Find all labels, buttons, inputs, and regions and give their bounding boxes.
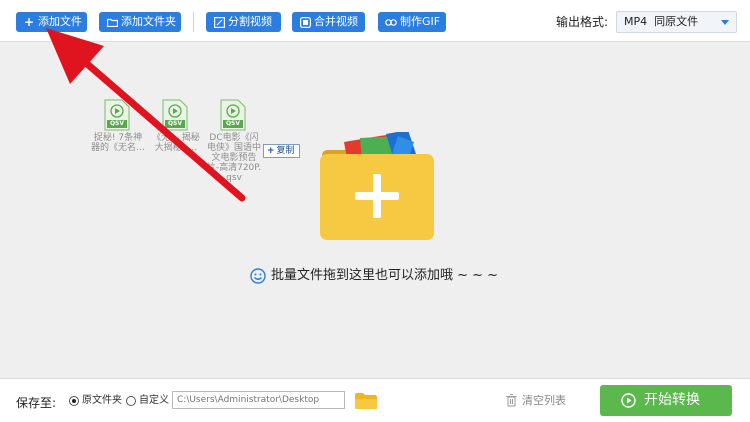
scissors-icon — [213, 12, 225, 32]
merge-icon — [299, 12, 311, 32]
output-format-select[interactable]: MP4 同原文件 — [616, 11, 737, 33]
radio-original-folder[interactable]: 原文件夹 — [69, 394, 122, 408]
drop-area[interactable]: QSV 捉秘! 7条神器的《无名… QSV 《无… 揭秘 大揭秘! … QSV … — [0, 42, 750, 378]
bottom-bar: 保存至: 原文件夹 自定义 清空列表 开始转换 — [0, 378, 750, 422]
make-gif-button[interactable]: 制作GIF — [378, 12, 446, 32]
drop-hint: 批量文件拖到这里也可以添加哦 ~ ~ ~ — [250, 267, 498, 285]
split-video-button[interactable]: 分割视频 — [206, 12, 281, 32]
file-name: 捉秘! 7条神器的《无名… — [90, 133, 145, 153]
radio-empty-icon — [126, 396, 136, 406]
drag-copy-tooltip: + 复制 — [263, 144, 300, 158]
file-name: 《无… 揭秘 大揭秘! … — [152, 133, 200, 153]
toolbar: + 添加文件 添加文件夹 分割视频 合并视频 制作GIF 输出格式: MP4 同… — [0, 0, 750, 42]
add-file-button[interactable]: + 添加文件 — [16, 12, 87, 32]
add-file-label: 添加文件 — [38, 15, 82, 28]
plus-icon: + — [23, 15, 35, 29]
copy-plus: + — [267, 146, 275, 156]
chevron-down-icon — [721, 20, 729, 25]
radio-selected-icon — [69, 396, 79, 406]
split-video-label: 分割视频 — [228, 15, 272, 28]
clear-list-button[interactable]: 清空列表 — [506, 394, 566, 408]
clear-list-label: 清空列表 — [522, 394, 566, 407]
add-folder-button[interactable]: 添加文件夹 — [99, 12, 181, 32]
drop-hint-text: 批量文件拖到这里也可以添加哦 ~ ~ ~ — [271, 268, 499, 283]
smile-icon — [250, 267, 266, 284]
toolbar-divider — [193, 12, 194, 32]
save-to-label: 保存至: — [16, 396, 57, 410]
make-gif-label: 制作GIF — [400, 15, 441, 28]
save-path-input[interactable] — [172, 391, 345, 409]
link-icon — [385, 12, 397, 32]
folder-drop-icon — [320, 132, 434, 240]
start-convert-label: 开始转换 — [644, 392, 700, 408]
output-format-label: 输出格式: — [556, 15, 609, 29]
folder-browse-icon[interactable] — [354, 392, 378, 410]
copy-label: 复制 — [276, 146, 295, 156]
file-badge: QSV — [109, 120, 125, 127]
merge-video-label: 合并视频 — [314, 15, 358, 28]
radio-custom-label: 自定义 — [139, 395, 169, 406]
trash-icon — [506, 394, 517, 407]
file-badge: QSV — [167, 120, 183, 127]
start-convert-button[interactable]: 开始转换 — [600, 385, 732, 416]
radio-custom[interactable]: 自定义 — [126, 394, 169, 408]
file-badge: QSV — [225, 120, 241, 127]
file-name: DC电影《闪电侠》国语中文电影预告片-高清720P.qsv — [206, 133, 262, 183]
radio-original-label: 原文件夹 — [82, 395, 122, 406]
play-icon — [621, 393, 636, 408]
merge-video-button[interactable]: 合并视频 — [292, 12, 365, 32]
folder-icon — [106, 12, 118, 32]
output-format-value: MP4 同原文件 — [624, 15, 699, 28]
add-folder-label: 添加文件夹 — [121, 15, 176, 28]
